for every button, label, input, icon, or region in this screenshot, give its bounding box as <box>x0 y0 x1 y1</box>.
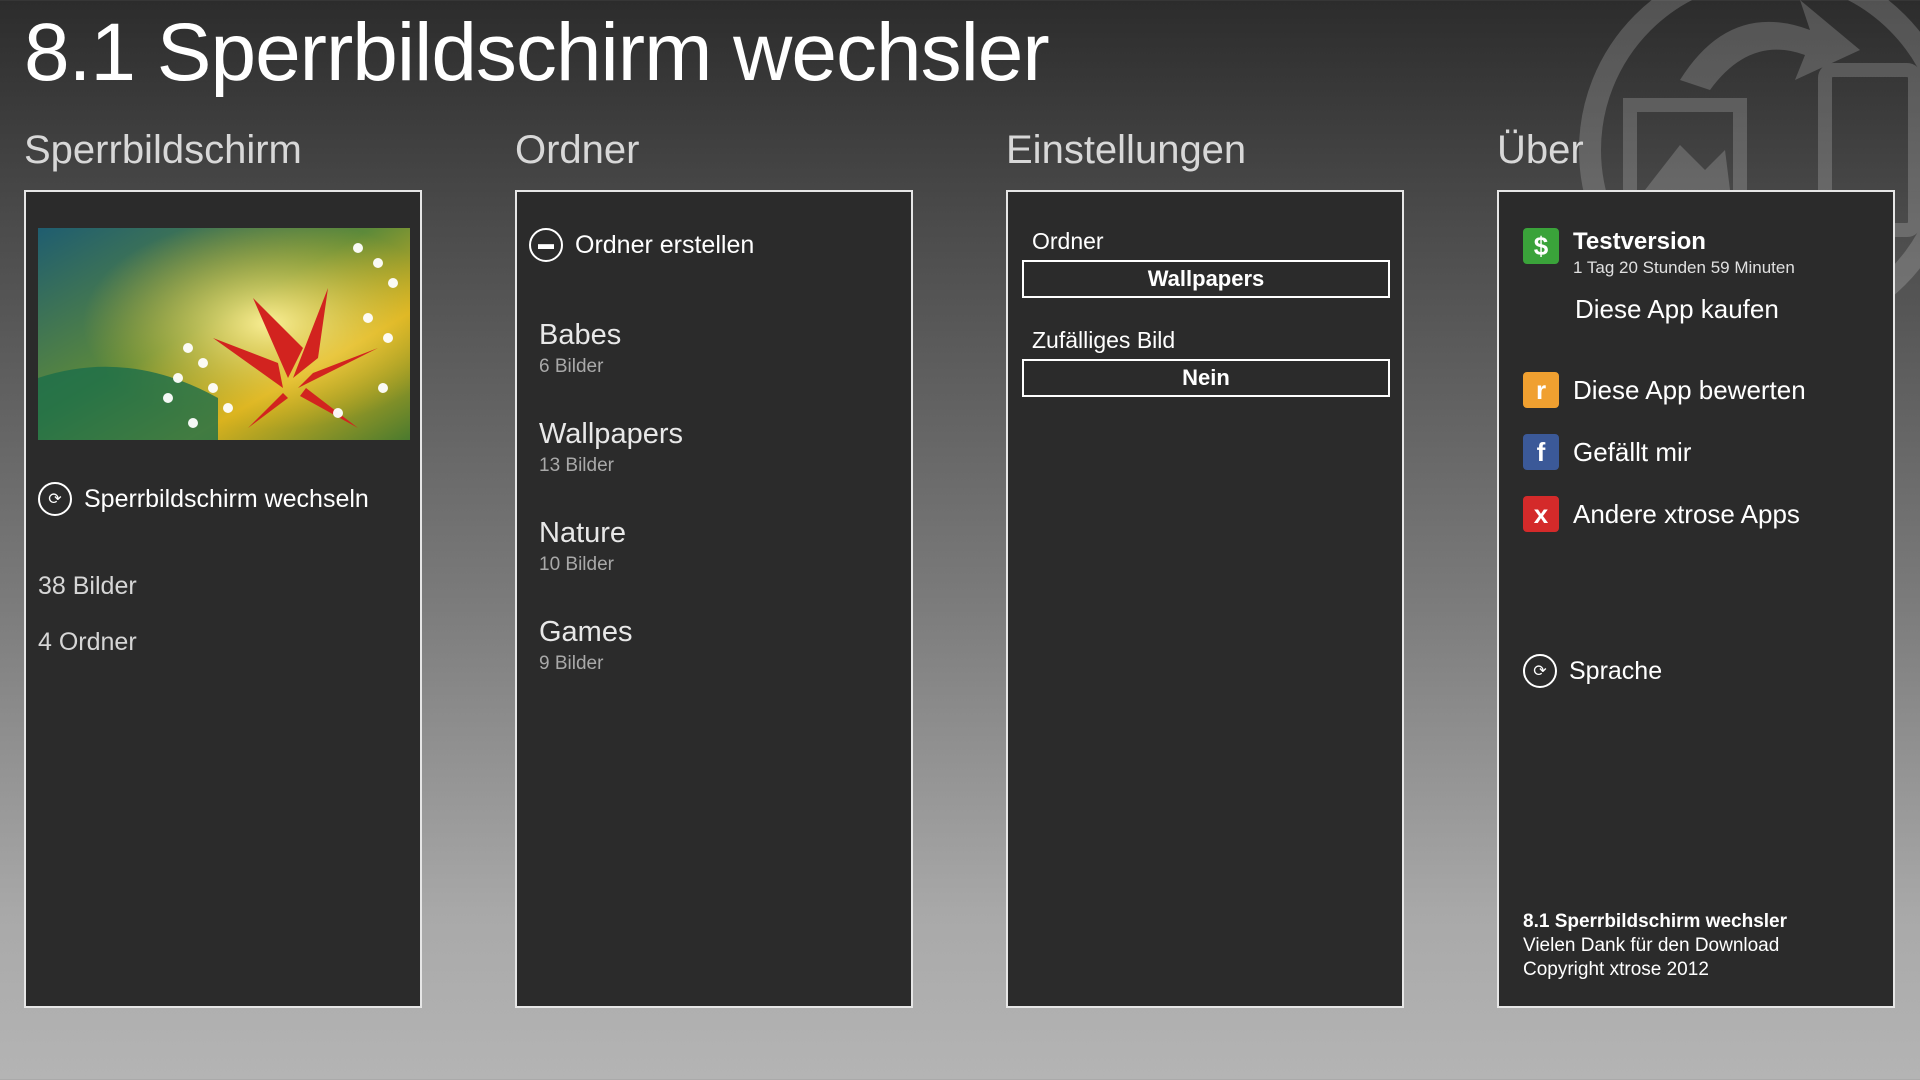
footer-title: 8.1 Sperrbildschirm wechsler <box>1523 911 1788 932</box>
change-lockscreen-button[interactable]: ⟳ Sperrbildschirm wechseln <box>38 482 369 516</box>
facebook-icon: f <box>1523 434 1559 470</box>
random-image-label: Zufälliges Bild <box>1032 327 1176 353</box>
folder-icon: ▬ <box>529 228 563 262</box>
images-count: 38 Bilder <box>38 572 137 600</box>
other-apps-button[interactable]: x Andere xtrose Apps <box>1523 496 1800 532</box>
folder-count: 13 Bilder <box>539 454 614 476</box>
random-image-toggle[interactable]: Nein <box>1022 359 1390 397</box>
language-label: Sprache <box>1569 656 1663 685</box>
section-title-lockscreen: Sperrbildschirm <box>24 128 302 172</box>
folder-item-wallpapers[interactable]: Wallpapers 13 Bilder <box>539 418 683 477</box>
buy-app-button[interactable]: Diese App kaufen <box>1575 294 1779 325</box>
trial-title: Testversion <box>1573 228 1706 255</box>
lockscreen-preview-image[interactable] <box>38 228 410 440</box>
footer-copyright: Copyright xtrose 2012 <box>1523 959 1709 980</box>
folder-name: Games <box>539 616 633 648</box>
language-icon: ⟳ <box>1523 654 1557 688</box>
xtrose-icon: x <box>1523 496 1559 532</box>
about-footer: 8.1 Sperrbildschirm wechsler Vielen Dank… <box>1523 910 1787 982</box>
folder-name: Wallpapers <box>539 418 683 450</box>
refresh-icon: ⟳ <box>38 482 72 516</box>
folder-count: 9 Bilder <box>539 652 604 674</box>
folder-name: Nature <box>539 517 627 549</box>
create-folder-button[interactable]: ▬ Ordner erstellen <box>529 228 754 262</box>
folder-count: 10 Bilder <box>539 553 614 575</box>
folder-name: Babes <box>539 319 622 351</box>
rate-app-button[interactable]: r Diese App bewerten <box>1523 372 1806 408</box>
like-button[interactable]: f Gefällt mir <box>1523 434 1691 470</box>
language-button[interactable]: ⟳ Sprache <box>1523 654 1662 688</box>
folders-count: 4 Ordner <box>38 628 137 656</box>
dollar-icon: $ <box>1523 228 1559 264</box>
folder-item-babes[interactable]: Babes 6 Bilder <box>539 319 622 378</box>
about-panel: $ Testversion 1 Tag 20 Stunden 59 Minute… <box>1497 190 1895 1008</box>
footer-thanks: Vielen Dank für den Download <box>1523 935 1780 956</box>
section-title-folders: Ordner <box>515 128 640 172</box>
trial-info: $ Testversion 1 Tag 20 Stunden 59 Minute… <box>1523 228 1795 278</box>
rate-icon: r <box>1523 372 1559 408</box>
change-lockscreen-label: Sperrbildschirm wechseln <box>84 484 369 513</box>
folder-item-nature[interactable]: Nature 10 Bilder <box>539 517 627 576</box>
folders-panel: ▬ Ordner erstellen Babes 6 Bilder Wallpa… <box>515 190 913 1008</box>
lockscreen-panel: ⟳ Sperrbildschirm wechseln 38 Bilder 4 O… <box>24 190 422 1008</box>
settings-panel: Ordner Wallpapers Zufälliges Bild Nein <box>1006 190 1404 1008</box>
app-title: 8.1 Sperrbildschirm wechsler <box>24 7 1050 98</box>
section-title-settings: Einstellungen <box>1006 128 1247 172</box>
trial-time-remaining: 1 Tag 20 Stunden 59 Minuten <box>1573 258 1795 277</box>
folder-count: 6 Bilder <box>539 355 604 377</box>
folder-setting-label: Ordner <box>1032 228 1104 254</box>
folder-select[interactable]: Wallpapers <box>1022 260 1390 298</box>
rate-app-label: Diese App bewerten <box>1573 374 1806 405</box>
other-apps-label: Andere xtrose Apps <box>1573 498 1800 529</box>
section-title-about: Über <box>1497 128 1584 172</box>
flower-image <box>38 228 410 440</box>
create-folder-label: Ordner erstellen <box>575 230 755 259</box>
like-label: Gefällt mir <box>1573 436 1692 467</box>
folder-item-games[interactable]: Games 9 Bilder <box>539 616 633 675</box>
